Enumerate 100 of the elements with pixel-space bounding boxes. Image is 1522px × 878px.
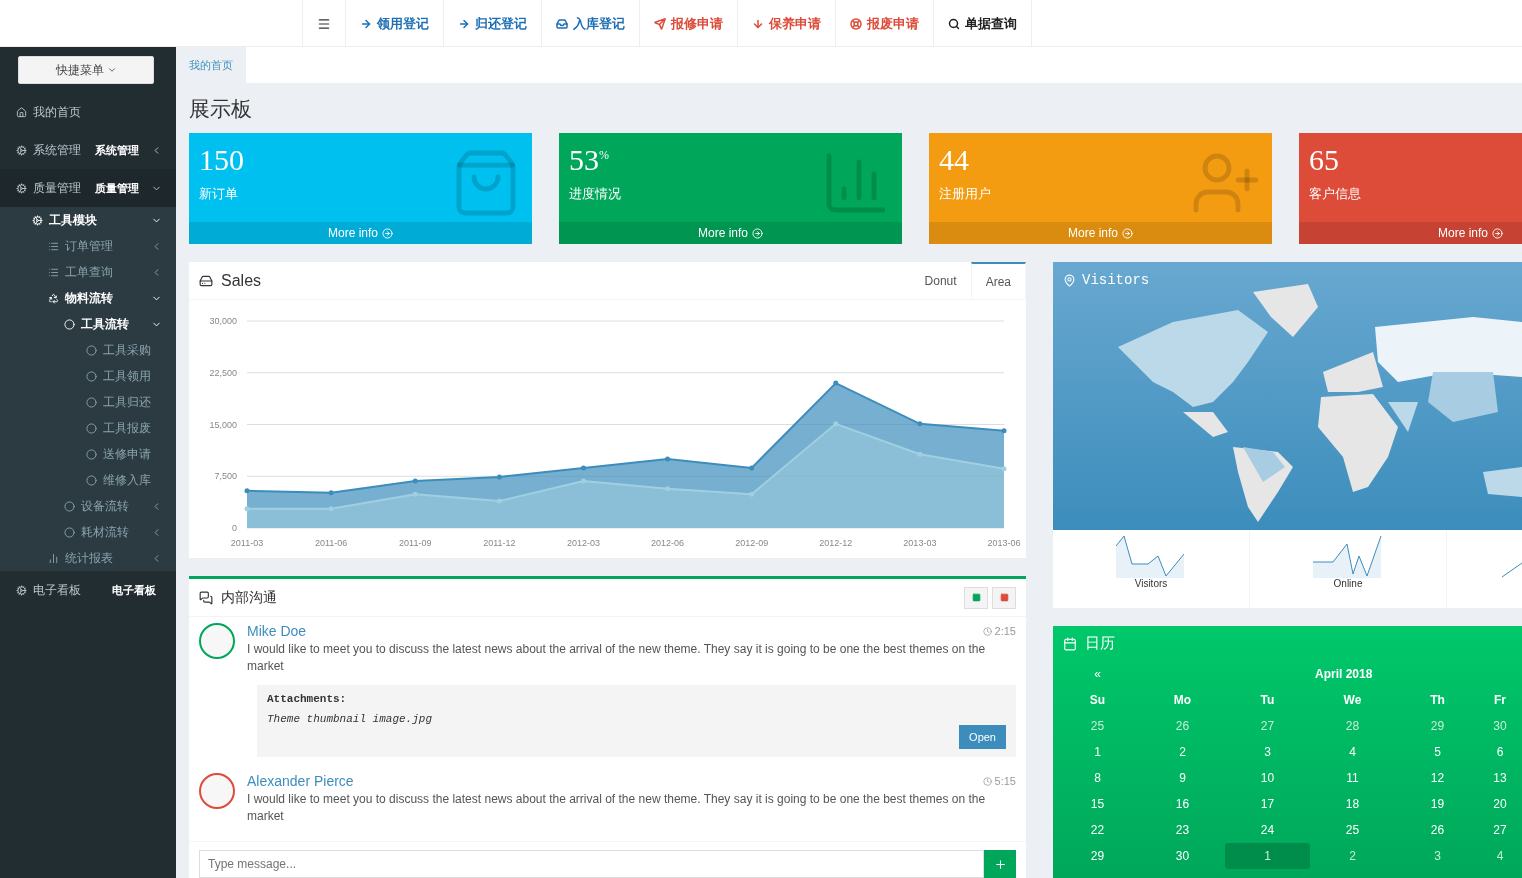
calendar-day[interactable]: 1 [1055, 739, 1140, 765]
clock-icon [982, 776, 992, 786]
axis-label: 15,000 [209, 419, 237, 430]
sidebar-item[interactable]: 统计报表 [0, 545, 176, 571]
sidebar-item[interactable]: 电子看板 电子看板 [0, 571, 176, 609]
axis-label: 22,500 [209, 367, 237, 378]
calendar-day[interactable]: 11 [1310, 765, 1395, 791]
sidebar-item[interactable]: 工单查询 [0, 259, 176, 285]
sidebar-item[interactable]: 工具领用 [0, 363, 176, 389]
send-icon [654, 17, 666, 30]
sidebar-item[interactable]: 系统管理 系统管理 [0, 131, 176, 169]
list-icon [48, 240, 59, 252]
calendar-day[interactable]: 25 [1310, 817, 1395, 843]
sender-name[interactable]: Alexander Pierce [247, 773, 354, 789]
calendar-icon [1063, 636, 1077, 651]
more-info-link[interactable]: More info [929, 222, 1272, 244]
circle-icon [86, 344, 97, 356]
arrow-circle-icon [382, 227, 393, 239]
chart-tab[interactable]: Area [970, 262, 1026, 299]
sidebar-item[interactable]: 工具模块 [0, 207, 176, 233]
sidebar-item[interactable]: 物料流转 [0, 285, 176, 311]
calendar-day[interactable]: 8 [1055, 765, 1140, 791]
data-point [1001, 428, 1007, 434]
axis-label: 30,000 [209, 316, 237, 326]
breadcrumb-tab[interactable]: 我的首页 [176, 47, 246, 83]
calendar-day[interactable]: 5 [1395, 739, 1480, 765]
calendar-day[interactable]: 15 [1055, 791, 1140, 817]
arrow-right-icon [458, 17, 470, 30]
calendar-day[interactable]: 13 [1480, 765, 1520, 791]
more-info-link[interactable]: More info [189, 222, 532, 244]
sidebar-item[interactable]: 送修申请 [0, 441, 176, 467]
calendar-day[interactable]: 3 [1225, 739, 1310, 765]
calendar-day[interactable]: 26 [1395, 817, 1480, 843]
axis-label: 2011-06 [314, 538, 348, 548]
axis-label: 0 [232, 523, 237, 533]
data-point [328, 506, 334, 512]
badge-label: 电子看板 [112, 582, 156, 598]
calendar-day[interactable]: 30 [1140, 843, 1225, 869]
caret-icon [106, 65, 117, 75]
sidebar-item[interactable]: 设备流转 [0, 493, 176, 519]
calendar-day[interactable]: 19 [1395, 791, 1480, 817]
list-icon [48, 266, 59, 278]
square-icon [999, 593, 1009, 602]
calendar-day[interactable]: 18 [1310, 791, 1395, 817]
quick-menu-button[interactable]: 快捷菜单 [18, 56, 154, 84]
calendar-day[interactable]: 25 [1055, 713, 1140, 739]
calendar-day[interactable]: 2 [1310, 843, 1395, 869]
calendar-day[interactable]: 12 [1395, 765, 1480, 791]
calendar-day[interactable]: 24 [1225, 817, 1310, 843]
calendar-day[interactable]: 26 [1140, 713, 1225, 739]
calendar-day[interactable]: 1 [1225, 843, 1310, 869]
open-button[interactable]: Open [959, 725, 1006, 749]
lifebuoy-icon [850, 17, 862, 30]
calendar-day[interactable]: 9 [1140, 765, 1225, 791]
more-info-link[interactable]: More info [1299, 222, 1522, 244]
calendar-day[interactable]: 20 [1480, 791, 1520, 817]
sender-name[interactable]: Mike Doe [247, 623, 307, 639]
chart-tab[interactable]: Donut [910, 262, 971, 299]
calendar-day[interactable]: 29 [1055, 843, 1140, 869]
sidebar-item[interactable]: 维修入库 [0, 467, 176, 493]
panel-title: 内部沟通 [221, 588, 277, 607]
calendar-day[interactable]: 4 [1480, 843, 1520, 869]
attachment-heading: Attachments: [267, 693, 347, 705]
more-info-link[interactable]: More info [559, 222, 902, 244]
square-icon [971, 593, 981, 602]
sidebar-item[interactable]: 工具归还 [0, 389, 176, 415]
sidebar-item[interactable]: 工具流转 [0, 311, 176, 337]
sidebar-item[interactable]: 我的首页 [0, 93, 176, 131]
sidebar-item[interactable]: 订单管理 [0, 233, 176, 259]
status-button[interactable] [964, 586, 988, 609]
circle-icon [86, 474, 97, 486]
sidebar-item[interactable]: 耗材流转 [0, 519, 176, 545]
calendar-day[interactable]: 23 [1140, 817, 1225, 843]
calendar-day[interactable]: 2 [1140, 739, 1225, 765]
calendar-day[interactable]: 27 [1225, 713, 1310, 739]
calendar-day[interactable]: 6 [1480, 739, 1520, 765]
cogs-icon [16, 144, 27, 156]
sidebar-item[interactable]: 工具报废 [0, 415, 176, 441]
calendar-day[interactable]: 16 [1140, 791, 1225, 817]
calendar-day[interactable]: 10 [1225, 765, 1310, 791]
calendar-day[interactable]: 22 [1055, 817, 1140, 843]
arrow-circle-icon [1492, 227, 1503, 239]
data-point [580, 478, 586, 484]
axis-label: 2013-06 [987, 538, 1021, 548]
calendar-day[interactable]: 28 [1310, 713, 1395, 739]
status-button[interactable] [992, 586, 1016, 609]
data-point [244, 488, 250, 494]
calendar-day[interactable]: 27 [1480, 817, 1520, 843]
calendar-day[interactable]: 4 [1310, 739, 1395, 765]
axis-label: 2011-03 [230, 538, 264, 548]
data-point [749, 491, 755, 497]
prev-month-button[interactable]: « [1055, 661, 1140, 687]
calendar-day[interactable]: 17 [1225, 791, 1310, 817]
calendar-day[interactable]: 30 [1480, 713, 1520, 739]
sidebar-item[interactable]: 工具采购 [0, 337, 176, 363]
calendar-day[interactable]: 3 [1395, 843, 1480, 869]
message-input[interactable]: Type message... [199, 850, 984, 878]
month-title[interactable]: April 2018 [1140, 661, 1522, 687]
sidebar-item[interactable]: 质量管理 质量管理 [0, 169, 176, 207]
calendar-day[interactable]: 29 [1395, 713, 1480, 739]
